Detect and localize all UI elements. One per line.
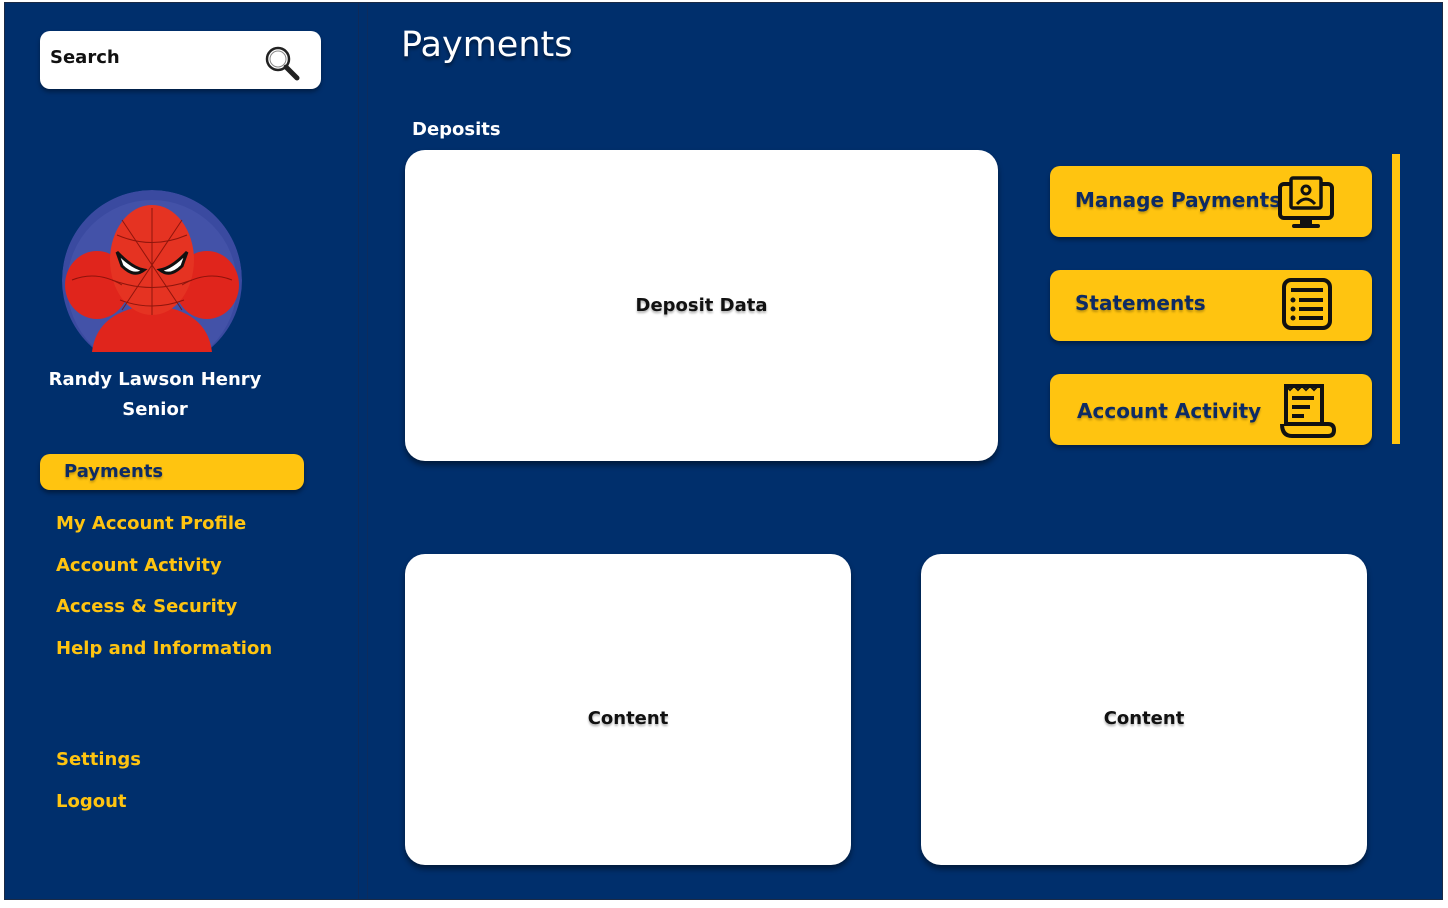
nav-item-logout[interactable]: Logout	[56, 791, 127, 812]
statements-label: Statements	[1075, 291, 1206, 315]
page-title: Payments	[401, 25, 573, 65]
divider	[367, 3, 368, 899]
search-icon[interactable]	[262, 43, 302, 83]
nav-item-account-activity[interactable]: Account Activity	[56, 555, 222, 576]
deposit-card: Deposit Data	[405, 150, 998, 461]
content-card-text: Content	[1103, 708, 1185, 729]
account-activity-button[interactable]: Account Activity	[1050, 374, 1372, 445]
sidebar: Search Randy Lawson Henry Senior Payment…	[5, 3, 359, 899]
account-activity-label: Account Activity	[1077, 399, 1262, 423]
nav-item-help-information[interactable]: Help and Information	[56, 638, 272, 659]
monitor-payment-icon	[1278, 176, 1334, 228]
nav-item-label: Payments	[64, 461, 164, 482]
list-document-icon	[1282, 278, 1332, 330]
manage-payments-label: Manage Payments	[1075, 188, 1282, 212]
app-window: Search Randy Lawson Henry Senior Payment…	[4, 2, 1443, 900]
content-card-left: Content	[405, 554, 851, 865]
scrollbar[interactable]	[1392, 154, 1400, 444]
deposit-card-text: Deposit Data	[635, 295, 768, 316]
nav-item-access-security[interactable]: Access & Security	[56, 596, 237, 617]
scroll-document-icon	[1280, 384, 1337, 438]
nav-item-settings[interactable]: Settings	[56, 749, 141, 770]
user-role: Senior	[122, 399, 188, 420]
search-box[interactable]: Search	[40, 31, 321, 89]
nav-item-payments[interactable]: Payments	[40, 454, 304, 490]
user-name: Randy Lawson Henry	[48, 369, 262, 390]
content-card-text: Content	[587, 708, 669, 729]
search-label: Search	[50, 47, 120, 68]
content-card-right: Content	[921, 554, 1367, 865]
statements-button[interactable]: Statements	[1050, 270, 1372, 341]
nav-item-my-account-profile[interactable]: My Account Profile	[56, 513, 246, 534]
avatar	[62, 190, 242, 352]
manage-payments-button[interactable]: Manage Payments	[1050, 166, 1372, 237]
deposits-label: Deposits	[412, 119, 501, 140]
